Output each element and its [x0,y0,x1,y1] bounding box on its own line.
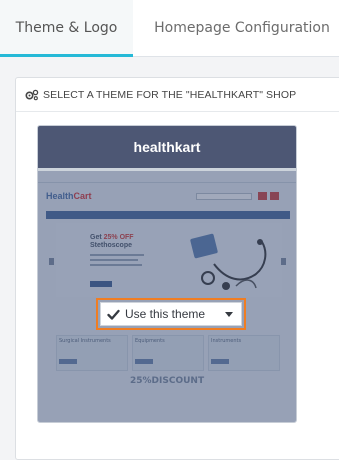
use-theme-button[interactable]: Use this theme [100,302,242,326]
tab-bar: Theme & Logo Homepage Configuration [0,0,339,57]
panel-header: SELECT A THEME FOR THE "HEALTHKART" SHOP [16,78,339,112]
tab-homepage-configuration[interactable]: Homepage Configuration [145,0,339,57]
tab-theme-logo[interactable]: Theme & Logo [0,0,133,57]
theme-name: healthkart [38,126,296,171]
gears-icon [25,89,39,100]
check-icon [107,309,120,320]
use-theme-highlight: Use this theme [96,298,246,330]
theme-preview: HealthCart Get 25% OFF Stethoscope Surgi… [38,171,296,422]
theme-card: healthkart HealthCart Get 25% OFF Stetho… [37,125,297,423]
panel-title: SELECT A THEME FOR THE "HEALTHKART" SHOP [43,88,297,101]
preview-overlay [38,171,296,422]
theme-panel: SELECT A THEME FOR THE "HEALTHKART" SHOP… [15,77,339,460]
caret-down-icon[interactable] [225,311,233,317]
use-theme-label: Use this theme [125,307,206,321]
